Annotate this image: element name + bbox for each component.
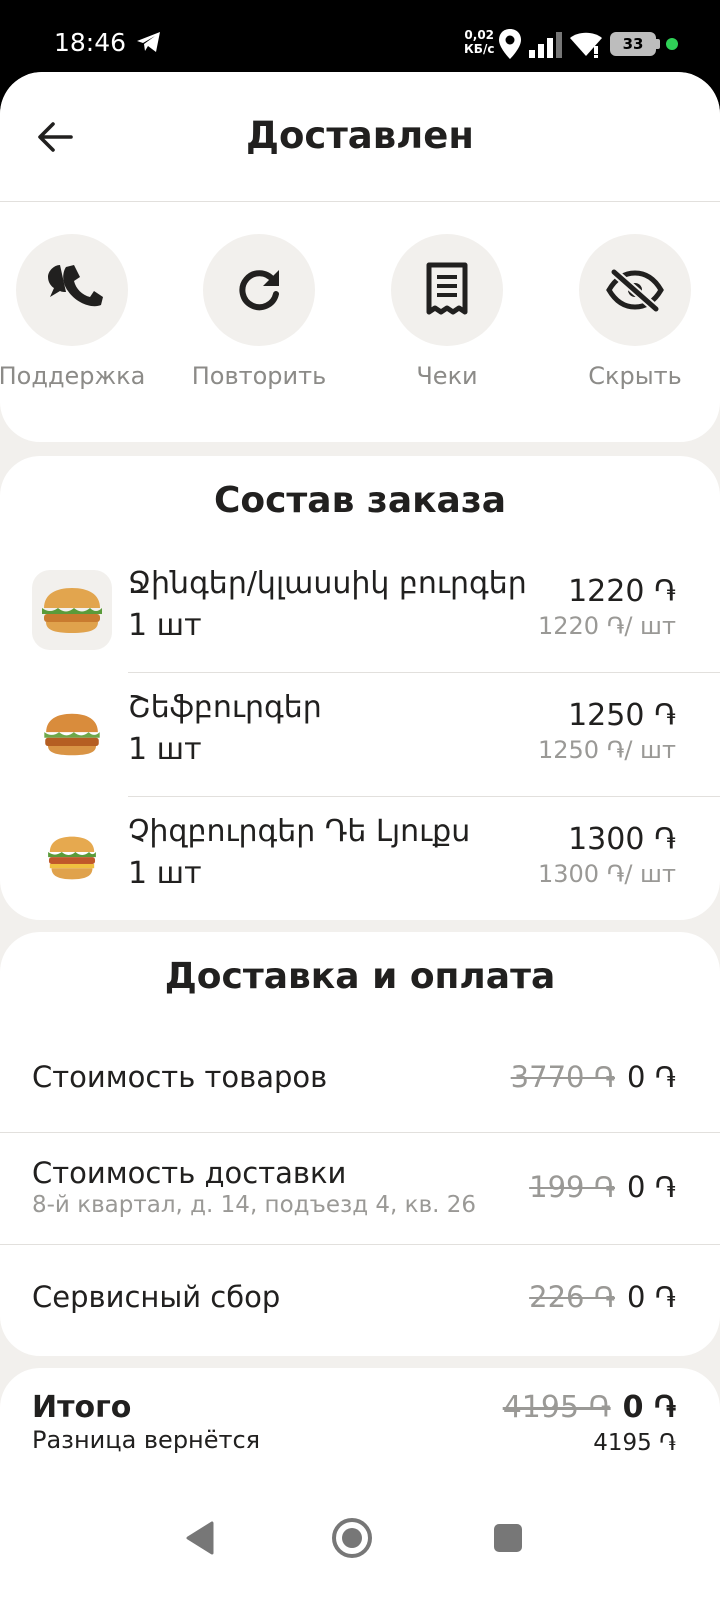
- status-bar: 18:46 0,02 КБ/с 33: [0, 0, 720, 74]
- goods-cost-value: 3770 ֏ 0 ֏: [511, 1060, 676, 1095]
- phone-chat-icon: [48, 265, 103, 307]
- repeat-icon-circle: [203, 234, 315, 346]
- header-card: Доставлен Поддержка Повторить Чеки Скрыт…: [0, 72, 720, 442]
- eye-off-icon: [606, 268, 664, 312]
- service-fee-value: 226 ֏ 0 ֏: [529, 1280, 676, 1315]
- item-price: 1300 ֏: [568, 822, 676, 857]
- delivery-cost-label: Стоимость доставки: [32, 1156, 347, 1190]
- payment-title: Доставка и оплата: [164, 956, 556, 997]
- order-items-card: Состав заказа Ջինգեր/կլասսիկ բուրգեր 1 ш…: [0, 456, 720, 920]
- service-fee-new: 0 ֏: [627, 1280, 676, 1314]
- repeat-label: Повторить: [191, 362, 327, 390]
- network-speed: 0,02 КБ/с: [464, 28, 495, 56]
- payment-divider: [0, 1132, 720, 1133]
- support-icon-circle: [16, 234, 128, 346]
- item-divider: [128, 796, 720, 797]
- support-label: Поддержка: [0, 362, 146, 390]
- receipts-label: Чеки: [416, 362, 478, 390]
- nav-home-button[interactable]: [322, 1508, 382, 1568]
- item-price: 1250 ֏: [568, 698, 676, 733]
- item-price: 1220 ֏: [568, 574, 676, 609]
- total-label: Итого: [32, 1390, 132, 1425]
- square-recents-icon: [494, 1524, 522, 1552]
- item-quantity: 1 шт: [128, 856, 202, 891]
- total-value: 4195 ֏ 0 ֏: [503, 1390, 676, 1425]
- delivery-address: 8-й квартал, д. 14, подъезд 4, кв. 26: [32, 1192, 477, 1218]
- signal-icon: [529, 32, 562, 58]
- burger-image: [32, 570, 112, 650]
- burger-image: [32, 694, 112, 774]
- nav-recents-button[interactable]: [478, 1508, 538, 1568]
- payment-divider: [0, 1244, 720, 1245]
- order-screen: Доставлен Поддержка Повторить Чеки Скрыт…: [0, 72, 720, 1600]
- receipts-button[interactable]: Чеки: [357, 234, 537, 390]
- goods-cost-label: Стоимость товаров: [32, 1060, 328, 1094]
- item-divider: [128, 672, 720, 673]
- service-fee-old: 226 ֏: [529, 1280, 616, 1314]
- refund-note: Разница вернётся: [32, 1426, 261, 1454]
- order-title: Состав заказа: [213, 480, 507, 521]
- wifi-icon: [570, 32, 602, 58]
- delivery-cost-new: 0 ֏: [627, 1170, 676, 1204]
- delivery-cost-value: 199 ֏ 0 ֏: [529, 1170, 676, 1205]
- total-old: 4195 ֏: [502, 1390, 611, 1425]
- item-name: Չիզբուրգեր Դե Լյուքս: [128, 814, 471, 849]
- location-icon: [499, 29, 521, 59]
- order-item[interactable]: Շեֆբուրգեր 1 шт 1250 ֏ 1250 ֏/ шт: [0, 690, 720, 818]
- receipts-icon-circle: [391, 234, 503, 346]
- order-item[interactable]: Չիզբուրգեր Դե Լյուքս 1 шт 1300 ֏ 1300 ֏/…: [0, 814, 720, 942]
- support-button[interactable]: Поддержка: [0, 234, 162, 390]
- repeat-button[interactable]: Повторить: [169, 234, 349, 390]
- item-quantity: 1 шт: [128, 732, 202, 767]
- status-time: 18:46: [54, 28, 127, 57]
- delivery-payment-card: Доставка и оплата Стоимость товаров 3770…: [0, 932, 720, 1356]
- hide-button[interactable]: Скрыть: [545, 234, 720, 390]
- privacy-indicator: [666, 38, 678, 50]
- item-name: Շեֆբուրգեր: [128, 690, 322, 725]
- goods-cost-old: 3770 ֏: [510, 1060, 616, 1094]
- burger-icon: [42, 588, 102, 633]
- refresh-icon: [239, 270, 279, 311]
- goods-cost-new: 0 ֏: [627, 1060, 676, 1094]
- item-unit-price: 1220 ֏/ шт: [537, 612, 676, 640]
- item-unit-price: 1300 ֏/ шт: [537, 860, 676, 888]
- receipt-icon: [426, 262, 468, 315]
- refund-amount: 4195 ֏: [593, 1430, 676, 1456]
- battery-tip: [656, 39, 660, 49]
- page-title: Доставлен: [246, 114, 474, 157]
- item-quantity: 1 шт: [128, 608, 202, 643]
- hide-label: Скрыть: [588, 362, 682, 390]
- item-unit-price: 1250 ֏/ шт: [537, 736, 676, 764]
- telegram-icon: [137, 32, 160, 52]
- item-name: Ջինգեր/կլասսիկ բուրգեր: [128, 566, 527, 601]
- nav-back-button[interactable]: [170, 1508, 230, 1568]
- burger-icon: [44, 713, 100, 756]
- delivery-cost-old: 199 ֏: [529, 1170, 616, 1204]
- burger-image: [32, 818, 112, 898]
- burger-icon: [48, 836, 96, 880]
- total-new: 0 ֏: [622, 1390, 676, 1425]
- triangle-back-icon: [186, 1521, 214, 1555]
- order-item[interactable]: Ջինգեր/կլասսիկ բուրգեր 1 шт 1220 ֏ 1220 …: [0, 566, 720, 694]
- service-fee-label: Сервисный сбор: [32, 1280, 281, 1314]
- header-divider: [0, 201, 720, 202]
- battery-icon: 33: [610, 32, 656, 56]
- system-nav-bar: [0, 1480, 720, 1600]
- hide-icon-circle: [579, 234, 691, 346]
- circle-home-icon: [332, 1518, 372, 1558]
